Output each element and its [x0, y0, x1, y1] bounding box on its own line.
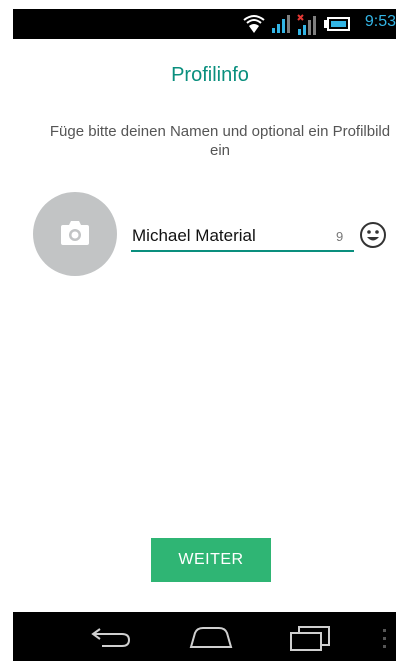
back-icon[interactable] — [90, 625, 132, 654]
name-input-underline — [131, 250, 354, 252]
page-title: Profilinfo — [171, 64, 249, 86]
wifi-icon — [243, 14, 265, 39]
signal-no-data-icon — [297, 14, 317, 41]
home-icon[interactable] — [189, 625, 233, 654]
camera-icon — [61, 221, 89, 245]
smiley-icon[interactable] — [359, 221, 387, 254]
page-description: Füge bitte deinen Namen und optional ein… — [49, 123, 391, 159]
recent-apps-icon[interactable] — [289, 625, 331, 656]
menu-icon[interactable] — [382, 628, 388, 655]
navigation-bar — [13, 612, 396, 661]
battery-icon — [324, 17, 350, 36]
signal-icon — [271, 14, 291, 39]
status-bar: 9:53 — [13, 9, 396, 39]
char-counter: 9 — [336, 229, 344, 244]
next-button[interactable]: WEITER — [151, 538, 271, 582]
profile-photo-button[interactable] — [33, 192, 117, 276]
clock: 9:53 — [364, 13, 396, 30]
name-input[interactable] — [132, 224, 322, 248]
